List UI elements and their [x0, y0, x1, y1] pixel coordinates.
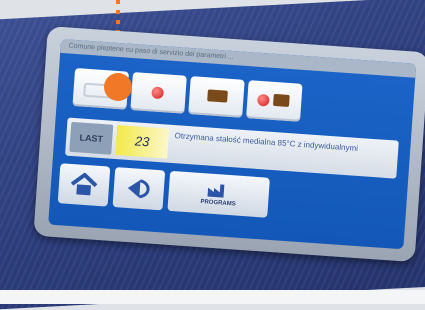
back-arrow-icon — [127, 179, 150, 199]
red-indicator-icon — [151, 86, 165, 100]
counter-value: 23 — [115, 125, 170, 159]
programs-button[interactable]: PROGRAMS — [167, 170, 270, 218]
navigation-row: PROGRAMS — [57, 163, 270, 218]
status-description: Otrzymana stałość medialna 85°C z indywi… — [174, 131, 359, 153]
last-button[interactable]: LAST — [69, 121, 114, 155]
mode-button-bread[interactable] — [188, 76, 245, 118]
callout-marker — [104, 73, 132, 101]
bread-icon — [207, 89, 228, 103]
touch-display-bezel: Comune pieptene cu paso di servizio dei … — [33, 26, 425, 263]
red-indicator-icon — [256, 93, 270, 107]
bottom-edge — [0, 290, 425, 304]
bread-icon — [272, 93, 290, 108]
touch-screen: Comune pieptene cu paso di servizio dei … — [48, 38, 417, 250]
mode-button-red[interactable] — [130, 72, 187, 114]
factory-icon — [207, 184, 225, 198]
back-button[interactable] — [112, 167, 166, 211]
programs-label: PROGRAMS — [200, 199, 236, 208]
home-icon — [70, 172, 98, 196]
mode-button-red-bread[interactable] — [246, 80, 303, 122]
home-button[interactable] — [57, 163, 111, 207]
